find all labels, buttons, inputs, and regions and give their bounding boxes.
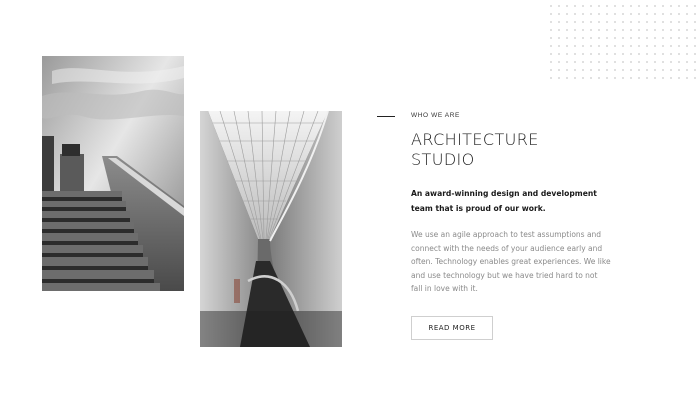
section-eyebrow: WHO WE ARE (411, 112, 460, 119)
section-body: We use an agile approach to test assumpt… (411, 230, 611, 293)
staircase-photo (42, 56, 184, 291)
section-title: ARCHITECTURE STUDIO (411, 130, 539, 169)
text-block: WHO WE ARE ARCHITECTURE STUDIO An award-… (411, 110, 621, 296)
decorative-dot-grid (545, 0, 700, 80)
accent-line (377, 116, 395, 117)
section-lead: An award-winning design and development … (411, 189, 597, 213)
read-more-button[interactable]: READ MORE (411, 316, 493, 340)
about-section: WHO WE ARE ARCHITECTURE STUDIO An award-… (0, 0, 700, 412)
interior-atrium-photo (200, 111, 342, 347)
